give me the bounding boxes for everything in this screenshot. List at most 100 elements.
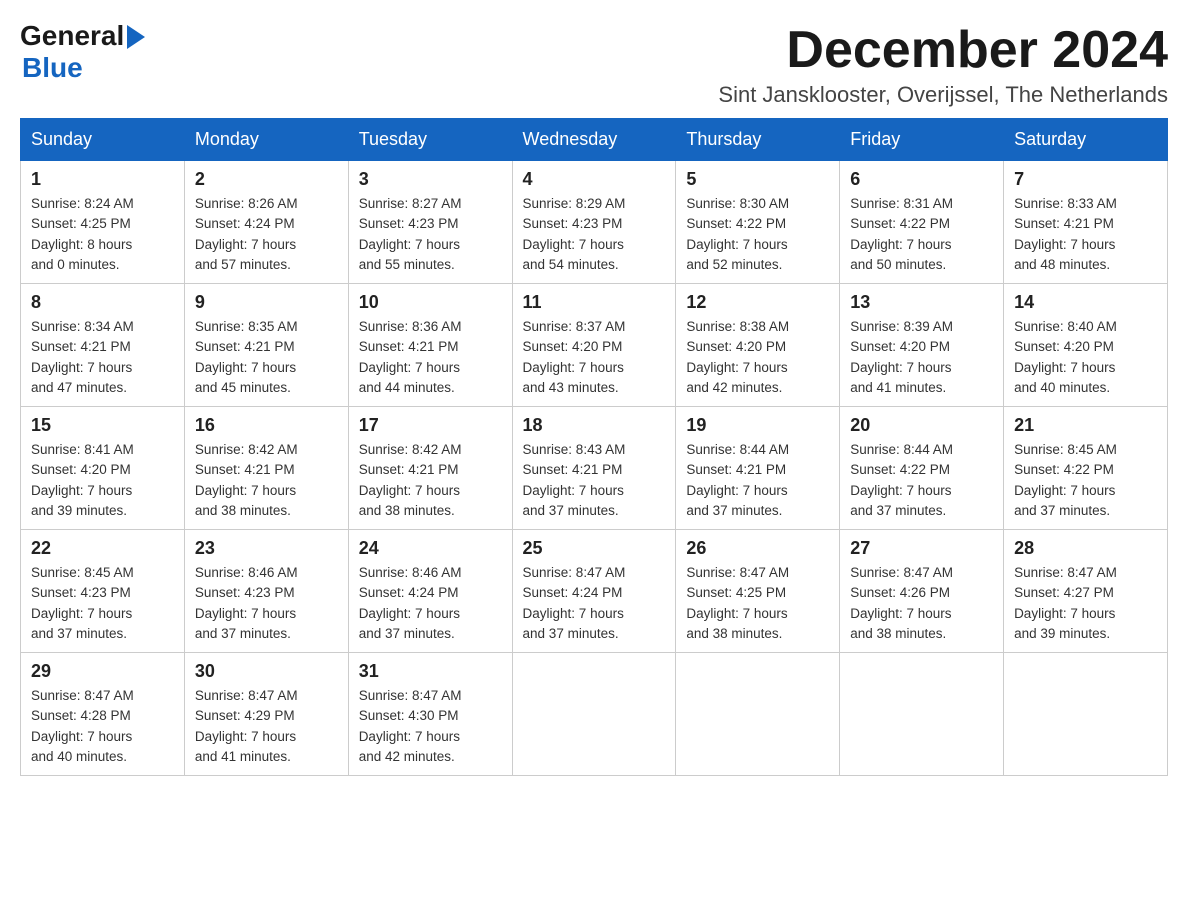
calendar-week-row: 15 Sunrise: 8:41 AMSunset: 4:20 PMDaylig… xyxy=(21,407,1168,530)
table-row: 17 Sunrise: 8:42 AMSunset: 4:21 PMDaylig… xyxy=(348,407,512,530)
table-row: 22 Sunrise: 8:45 AMSunset: 4:23 PMDaylig… xyxy=(21,530,185,653)
day-info: Sunrise: 8:34 AMSunset: 4:21 PMDaylight:… xyxy=(31,317,174,398)
table-row: 29 Sunrise: 8:47 AMSunset: 4:28 PMDaylig… xyxy=(21,653,185,776)
day-number: 5 xyxy=(686,169,829,190)
table-row: 27 Sunrise: 8:47 AMSunset: 4:26 PMDaylig… xyxy=(840,530,1004,653)
table-row: 15 Sunrise: 8:41 AMSunset: 4:20 PMDaylig… xyxy=(21,407,185,530)
month-title: December 2024 xyxy=(718,20,1168,80)
day-number: 29 xyxy=(31,661,174,682)
day-number: 24 xyxy=(359,538,502,559)
day-info: Sunrise: 8:38 AMSunset: 4:20 PMDaylight:… xyxy=(686,317,829,398)
table-row xyxy=(840,653,1004,776)
day-number: 6 xyxy=(850,169,993,190)
day-number: 20 xyxy=(850,415,993,436)
day-number: 10 xyxy=(359,292,502,313)
table-row: 16 Sunrise: 8:42 AMSunset: 4:21 PMDaylig… xyxy=(184,407,348,530)
table-row xyxy=(676,653,840,776)
day-info: Sunrise: 8:40 AMSunset: 4:20 PMDaylight:… xyxy=(1014,317,1157,398)
day-number: 16 xyxy=(195,415,338,436)
day-info: Sunrise: 8:44 AMSunset: 4:22 PMDaylight:… xyxy=(850,440,993,521)
day-number: 19 xyxy=(686,415,829,436)
day-info: Sunrise: 8:42 AMSunset: 4:21 PMDaylight:… xyxy=(195,440,338,521)
table-row: 11 Sunrise: 8:37 AMSunset: 4:20 PMDaylig… xyxy=(512,284,676,407)
table-row: 30 Sunrise: 8:47 AMSunset: 4:29 PMDaylig… xyxy=(184,653,348,776)
table-row: 25 Sunrise: 8:47 AMSunset: 4:24 PMDaylig… xyxy=(512,530,676,653)
table-row xyxy=(512,653,676,776)
day-number: 18 xyxy=(523,415,666,436)
table-row: 7 Sunrise: 8:33 AMSunset: 4:21 PMDayligh… xyxy=(1004,161,1168,284)
day-info: Sunrise: 8:47 AMSunset: 4:27 PMDaylight:… xyxy=(1014,563,1157,644)
table-row: 21 Sunrise: 8:45 AMSunset: 4:22 PMDaylig… xyxy=(1004,407,1168,530)
day-number: 4 xyxy=(523,169,666,190)
table-row: 28 Sunrise: 8:47 AMSunset: 4:27 PMDaylig… xyxy=(1004,530,1168,653)
day-number: 27 xyxy=(850,538,993,559)
day-number: 15 xyxy=(31,415,174,436)
col-sunday: Sunday xyxy=(21,119,185,161)
day-info: Sunrise: 8:47 AMSunset: 4:29 PMDaylight:… xyxy=(195,686,338,767)
day-info: Sunrise: 8:27 AMSunset: 4:23 PMDaylight:… xyxy=(359,194,502,275)
logo: General Blue xyxy=(20,20,145,84)
table-row: 9 Sunrise: 8:35 AMSunset: 4:21 PMDayligh… xyxy=(184,284,348,407)
day-info: Sunrise: 8:24 AMSunset: 4:25 PMDaylight:… xyxy=(31,194,174,275)
day-info: Sunrise: 8:41 AMSunset: 4:20 PMDaylight:… xyxy=(31,440,174,521)
day-number: 21 xyxy=(1014,415,1157,436)
table-row: 12 Sunrise: 8:38 AMSunset: 4:20 PMDaylig… xyxy=(676,284,840,407)
table-row: 20 Sunrise: 8:44 AMSunset: 4:22 PMDaylig… xyxy=(840,407,1004,530)
day-number: 28 xyxy=(1014,538,1157,559)
table-row: 19 Sunrise: 8:44 AMSunset: 4:21 PMDaylig… xyxy=(676,407,840,530)
calendar-week-row: 22 Sunrise: 8:45 AMSunset: 4:23 PMDaylig… xyxy=(21,530,1168,653)
day-number: 12 xyxy=(686,292,829,313)
table-row: 2 Sunrise: 8:26 AMSunset: 4:24 PMDayligh… xyxy=(184,161,348,284)
day-number: 3 xyxy=(359,169,502,190)
day-info: Sunrise: 8:36 AMSunset: 4:21 PMDaylight:… xyxy=(359,317,502,398)
day-number: 2 xyxy=(195,169,338,190)
table-row: 3 Sunrise: 8:27 AMSunset: 4:23 PMDayligh… xyxy=(348,161,512,284)
table-row: 10 Sunrise: 8:36 AMSunset: 4:21 PMDaylig… xyxy=(348,284,512,407)
calendar-week-row: 8 Sunrise: 8:34 AMSunset: 4:21 PMDayligh… xyxy=(21,284,1168,407)
calendar-header-row: Sunday Monday Tuesday Wednesday Thursday… xyxy=(21,119,1168,161)
day-info: Sunrise: 8:47 AMSunset: 4:28 PMDaylight:… xyxy=(31,686,174,767)
page-header: General Blue December 2024 Sint Janskloo… xyxy=(20,20,1168,108)
col-thursday: Thursday xyxy=(676,119,840,161)
calendar-week-row: 29 Sunrise: 8:47 AMSunset: 4:28 PMDaylig… xyxy=(21,653,1168,776)
day-info: Sunrise: 8:31 AMSunset: 4:22 PMDaylight:… xyxy=(850,194,993,275)
day-info: Sunrise: 8:26 AMSunset: 4:24 PMDaylight:… xyxy=(195,194,338,275)
table-row: 5 Sunrise: 8:30 AMSunset: 4:22 PMDayligh… xyxy=(676,161,840,284)
day-info: Sunrise: 8:39 AMSunset: 4:20 PMDaylight:… xyxy=(850,317,993,398)
title-section: December 2024 Sint Jansklooster, Overijs… xyxy=(718,20,1168,108)
logo-general-text: General xyxy=(20,20,124,52)
table-row: 24 Sunrise: 8:46 AMSunset: 4:24 PMDaylig… xyxy=(348,530,512,653)
day-info: Sunrise: 8:44 AMSunset: 4:21 PMDaylight:… xyxy=(686,440,829,521)
day-info: Sunrise: 8:33 AMSunset: 4:21 PMDaylight:… xyxy=(1014,194,1157,275)
day-info: Sunrise: 8:42 AMSunset: 4:21 PMDaylight:… xyxy=(359,440,502,521)
table-row: 31 Sunrise: 8:47 AMSunset: 4:30 PMDaylig… xyxy=(348,653,512,776)
table-row xyxy=(1004,653,1168,776)
day-number: 14 xyxy=(1014,292,1157,313)
day-number: 22 xyxy=(31,538,174,559)
day-number: 26 xyxy=(686,538,829,559)
day-info: Sunrise: 8:45 AMSunset: 4:23 PMDaylight:… xyxy=(31,563,174,644)
day-info: Sunrise: 8:47 AMSunset: 4:25 PMDaylight:… xyxy=(686,563,829,644)
col-saturday: Saturday xyxy=(1004,119,1168,161)
day-number: 17 xyxy=(359,415,502,436)
day-number: 30 xyxy=(195,661,338,682)
day-info: Sunrise: 8:46 AMSunset: 4:23 PMDaylight:… xyxy=(195,563,338,644)
day-number: 31 xyxy=(359,661,502,682)
day-number: 23 xyxy=(195,538,338,559)
day-number: 25 xyxy=(523,538,666,559)
col-wednesday: Wednesday xyxy=(512,119,676,161)
day-number: 1 xyxy=(31,169,174,190)
col-friday: Friday xyxy=(840,119,1004,161)
day-number: 7 xyxy=(1014,169,1157,190)
table-row: 26 Sunrise: 8:47 AMSunset: 4:25 PMDaylig… xyxy=(676,530,840,653)
table-row: 8 Sunrise: 8:34 AMSunset: 4:21 PMDayligh… xyxy=(21,284,185,407)
calendar-table: Sunday Monday Tuesday Wednesday Thursday… xyxy=(20,118,1168,776)
table-row: 18 Sunrise: 8:43 AMSunset: 4:21 PMDaylig… xyxy=(512,407,676,530)
day-info: Sunrise: 8:29 AMSunset: 4:23 PMDaylight:… xyxy=(523,194,666,275)
day-info: Sunrise: 8:30 AMSunset: 4:22 PMDaylight:… xyxy=(686,194,829,275)
day-info: Sunrise: 8:47 AMSunset: 4:24 PMDaylight:… xyxy=(523,563,666,644)
day-number: 9 xyxy=(195,292,338,313)
day-info: Sunrise: 8:46 AMSunset: 4:24 PMDaylight:… xyxy=(359,563,502,644)
day-info: Sunrise: 8:35 AMSunset: 4:21 PMDaylight:… xyxy=(195,317,338,398)
day-info: Sunrise: 8:43 AMSunset: 4:21 PMDaylight:… xyxy=(523,440,666,521)
